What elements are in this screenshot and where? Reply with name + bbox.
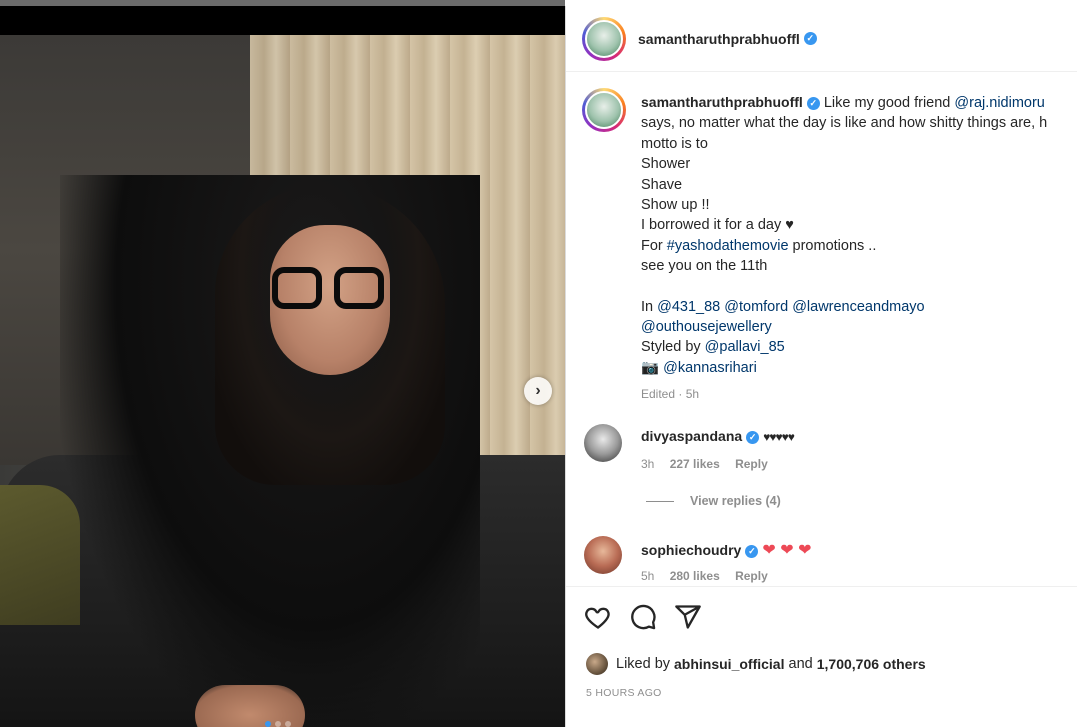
commenter-avatar[interactable] <box>584 424 622 462</box>
caption-username[interactable]: samantharuthprabhuoffl <box>641 94 803 110</box>
camera-icon: 📷 <box>641 359 660 376</box>
share-icon[interactable] <box>674 603 702 631</box>
instagram-post-view: › samantharuthprabhuoffl ✓ samantharuthp… <box>0 0 1077 727</box>
author-avatar[interactable] <box>582 16 626 61</box>
chevron-right-icon: › <box>535 382 541 399</box>
carousel-dots <box>265 721 291 727</box>
post-photo[interactable] <box>0 35 565 727</box>
view-replies-button[interactable]: View replies (4) <box>646 494 781 508</box>
caption-text: In <box>641 298 658 315</box>
mention-link[interactable]: @raj.nidimoru <box>954 95 1044 111</box>
liker-username[interactable]: abhinsui_official <box>674 656 784 672</box>
verified-badge-icon: ✓ <box>745 544 759 558</box>
liker-avatar[interactable] <box>586 653 608 675</box>
likes-prefix: Liked by <box>616 656 671 672</box>
comment-meta: 3h 227 likes Reply <box>641 457 780 471</box>
comment-time[interactable]: 3h <box>641 457 654 471</box>
caption-text: For <box>641 237 667 254</box>
photo-glasses <box>272 267 384 311</box>
comment-likes[interactable]: 227 likes <box>670 457 720 471</box>
post-timestamp[interactable]: 5 HOURS AGO <box>586 687 662 699</box>
caption-text: Like my good friend <box>823 95 955 111</box>
caption-line: I borrowed it for a day ♥ <box>641 217 794 234</box>
caption-line: says, no matter what the day is like and… <box>641 115 1048 132</box>
comment-likes[interactable]: 280 likes <box>670 569 720 583</box>
carousel-next-button[interactable]: › <box>524 377 552 405</box>
carousel-dot-active <box>265 721 271 727</box>
comment-text: ❤ ❤ ❤ <box>762 542 812 559</box>
author-username[interactable]: samantharuthprabhuoffl <box>638 31 800 47</box>
view-replies-label: View replies (4) <box>690 494 781 508</box>
comment-text: ♥♥♥♥♥ <box>763 430 795 444</box>
commenter-avatar[interactable] <box>584 536 622 574</box>
comment-body: divyaspandana ✓ ♥♥♥♥♥ <box>641 428 795 445</box>
caption-line: see you on the 11th <box>641 258 768 275</box>
caption-text: Styled by <box>641 339 705 356</box>
caption-line: Shave <box>641 176 683 193</box>
carousel-dot <box>275 721 281 727</box>
comment-icon[interactable] <box>629 603 657 631</box>
hashtag-link[interactable]: #yashodathemovie <box>667 238 789 254</box>
likes-count[interactable]: 1,700,706 others <box>817 656 926 672</box>
heart-icon[interactable] <box>584 603 612 631</box>
top-nav-dimmed <box>0 0 565 6</box>
comment-time[interactable]: 5h <box>641 569 654 583</box>
reply-button[interactable]: Reply <box>735 457 768 471</box>
caption-meta: Edited · 5h <box>641 387 700 402</box>
mention-link[interactable]: @pallavi_85 <box>705 339 785 355</box>
post-side-panel: samantharuthprabhuoffl ✓ samantharuthpra… <box>565 6 1077 727</box>
mention-link[interactable]: @kannasrihari <box>663 360 757 376</box>
likes-middle: and <box>784 656 817 672</box>
caption-body: samantharuthprabhuoffl ✓ Like my good fri… <box>641 92 1077 405</box>
verified-badge-icon: ✓ <box>746 430 760 444</box>
reply-button[interactable]: Reply <box>735 569 768 583</box>
post-header: samantharuthprabhuoffl ✓ <box>566 6 1077 72</box>
caption-author-avatar[interactable] <box>582 88 626 132</box>
mention-link[interactable]: @lawrenceandmayo <box>792 299 924 315</box>
caption-text: promotions .. <box>788 237 877 254</box>
post-actions-section: Liked by abhinsui_official and 1,700,706… <box>566 586 1077 726</box>
likes-summary: Liked by abhinsui_official and 1,700,706… <box>586 653 926 675</box>
comment-body: sophiechoudry ✓ ❤ ❤ ❤ <box>641 540 812 560</box>
mention-link[interactable]: @outhousejewellery <box>641 319 772 335</box>
divider-line <box>646 500 674 502</box>
mention-link[interactable]: @tomford <box>724 299 788 315</box>
commenter-username[interactable]: sophiechoudry <box>641 542 741 558</box>
caption-line: Shower <box>641 156 691 173</box>
caption-line: Show up !! <box>641 197 710 214</box>
verified-badge-icon: ✓ <box>806 96 820 110</box>
commenter-username[interactable]: divyaspandana <box>641 428 742 444</box>
carousel-dot <box>285 721 291 727</box>
caption-line: motto is to <box>641 135 708 152</box>
verified-badge-icon: ✓ <box>803 32 817 45</box>
comment-meta: 5h 280 likes Reply <box>641 569 780 583</box>
mention-link[interactable]: @431_88 <box>657 299 720 315</box>
